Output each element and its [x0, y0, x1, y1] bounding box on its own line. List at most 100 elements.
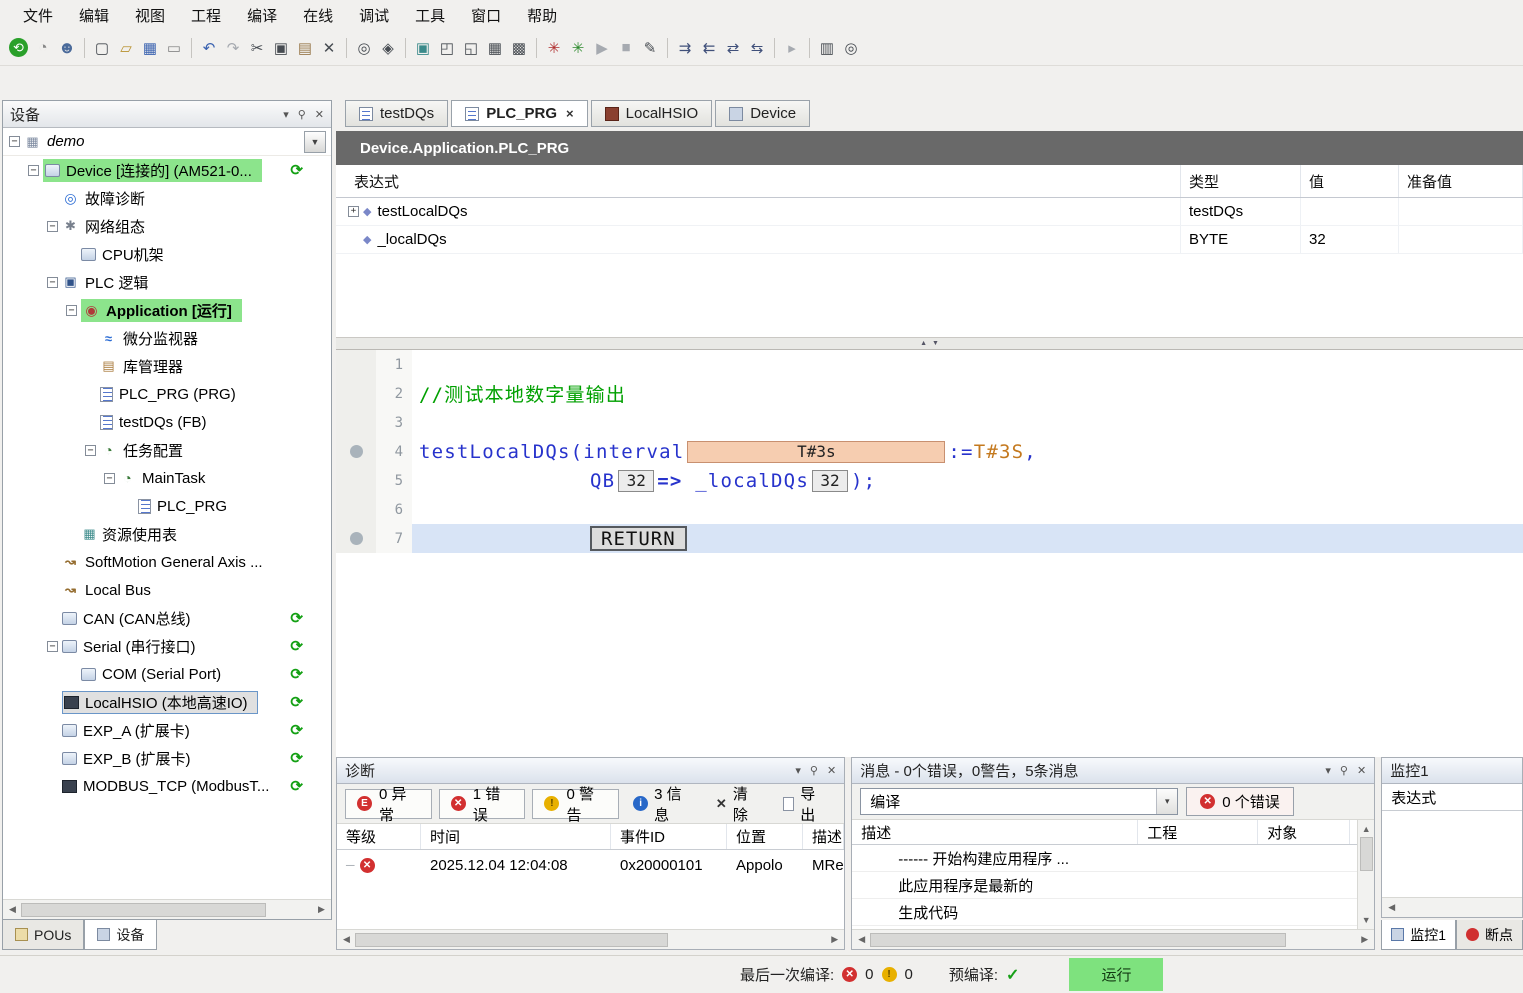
login-device-icon[interactable]: ✳ — [542, 36, 566, 60]
open-file-icon[interactable]: ▱ — [114, 36, 138, 60]
diagnostics-hscrollbar[interactable]: ◀ ▶ — [337, 929, 844, 949]
scrollbar-thumb[interactable] — [870, 933, 1286, 947]
stop-app-icon[interactable]: ■ — [614, 36, 638, 60]
monitor-view-icon[interactable]: ▥ — [815, 36, 839, 60]
table-row[interactable]: ◆ _localDQs BYTE 32 — [336, 226, 1523, 254]
editor-splitter[interactable]: ▲ ▼ — [336, 337, 1523, 350]
panel-pin-icon[interactable]: ⚲ — [1340, 764, 1348, 777]
menu-item-view[interactable]: 视图 — [122, 0, 178, 30]
tree-item-trace[interactable]: 微分监视器 — [3, 324, 331, 352]
tab-localhsio[interactable]: LocalHSIO — [591, 100, 713, 127]
error-count-button[interactable]: ✕ 0 个错误 — [1186, 787, 1294, 816]
menu-item-file[interactable]: 文件 — [10, 0, 66, 30]
breakpoint-margin[interactable] — [336, 379, 376, 408]
tree-item-cpu-rack[interactable]: CPU机架 — [3, 240, 331, 268]
messages-vscrollbar[interactable]: ▲ ▼ — [1357, 820, 1374, 929]
breakpoint-margin[interactable] — [336, 350, 376, 379]
tree-item-testdqs[interactable]: testDQs (FB) — [3, 408, 331, 436]
scrollbar-thumb[interactable] — [1360, 837, 1373, 871]
panel-dropdown-icon[interactable]: ▾ — [1325, 764, 1331, 777]
save-icon[interactable]: ▦ — [138, 36, 162, 60]
start-app-icon[interactable]: ▶ — [590, 36, 614, 60]
panel-pin-icon[interactable]: ⚲ — [298, 108, 306, 121]
swap-horizontal-icon[interactable]: ⇄ — [721, 36, 745, 60]
breakpoint-margin[interactable] — [336, 466, 376, 495]
redo-icon[interactable]: ↷ — [221, 36, 245, 60]
online-refresh-icon[interactable]: ⟲ — [9, 38, 28, 57]
tab-plc-prg[interactable]: PLC_PRG × — [451, 100, 587, 127]
export-button[interactable]: 导出 — [776, 789, 837, 819]
menu-item-window[interactable]: 窗口 — [458, 0, 514, 30]
breakpoint-margin[interactable] — [336, 437, 376, 466]
image-tool-icon[interactable]: ▣ — [411, 36, 435, 60]
history-icon[interactable]: ◔ — [31, 36, 55, 60]
warnings-filter-button[interactable]: ! 0 警告 — [532, 789, 619, 819]
expander-icon[interactable]: − — [47, 641, 58, 652]
tree-item-exp-b[interactable]: EXP_B (扩展卡) ⟳ — [3, 744, 331, 772]
prepared-value-box[interactable]: T#3s — [687, 441, 945, 463]
tab-pous[interactable]: POUs — [2, 920, 84, 950]
table-row[interactable]: ─✕ 2025.12.04 12:04:08 0x20000101 Appolo… — [337, 850, 844, 880]
combo-dropdown-icon[interactable]: ▾ — [1156, 789, 1177, 814]
tree-item-task-config[interactable]: − 任务配置 — [3, 436, 331, 464]
menu-item-edit[interactable]: 编辑 — [66, 0, 122, 30]
inline-value-box[interactable]: 32 — [812, 470, 848, 492]
paste-icon[interactable]: ▤ — [293, 36, 317, 60]
tab-devices[interactable]: 设备 — [84, 920, 157, 950]
table-row[interactable]: 此应用程序是最新的 — [852, 872, 1357, 899]
scroll-up-icon[interactable]: ▲ — [1358, 821, 1375, 837]
split-down-icon[interactable]: ▼ — [932, 340, 939, 347]
tree-item-localhsio[interactable]: LocalHSIO (本地高速IO) ⟳ — [3, 688, 331, 716]
tree-item-plc-prg[interactable]: PLC_PRG (PRG) — [3, 380, 331, 408]
tree-item-modbus-tcp[interactable]: MODBUS_TCP (ModbusT... ⟳ — [3, 772, 331, 800]
find-icon[interactable]: ◎ — [352, 36, 376, 60]
export-box-icon[interactable]: ◰ — [435, 36, 459, 60]
message-category-combo[interactable]: 编译 ▾ — [860, 788, 1178, 815]
swap-back-icon[interactable]: ⇆ — [745, 36, 769, 60]
tree-item-exp-a[interactable]: EXP_A (扩展卡) ⟳ — [3, 716, 331, 744]
table-row[interactable]: + ◆ testLocalDQs testDQs — [336, 198, 1523, 226]
breakpoint-dot-icon[interactable] — [350, 445, 363, 458]
panel-dropdown-icon[interactable]: ▾ — [283, 108, 289, 121]
scrollbar-thumb[interactable] — [21, 903, 266, 917]
exceptions-filter-button[interactable]: E 0 异常 — [345, 789, 432, 819]
expander-icon[interactable]: − — [9, 136, 20, 147]
tree-item-serial[interactable]: − Serial (串行接口) ⟳ — [3, 632, 331, 660]
code-editor[interactable]: 1 2 //测试本地数字量输出 3 4 testLocalDQs(interva… — [336, 350, 1523, 757]
breakpoint-margin[interactable] — [336, 524, 376, 553]
menu-item-online[interactable]: 在线 — [290, 0, 346, 30]
scroll-left-icon[interactable]: ◀ — [1383, 900, 1400, 916]
errors-filter-button[interactable]: ✕ 1 错误 — [439, 789, 526, 819]
panel-close-icon[interactable]: ✕ — [1357, 764, 1366, 777]
panel-dropdown-icon[interactable]: ▾ — [795, 764, 801, 777]
zoom-tool-icon[interactable]: ◎ — [839, 36, 863, 60]
menu-item-build[interactable]: 编译 — [234, 0, 290, 30]
scroll-left-icon[interactable]: ◀ — [4, 902, 21, 918]
tree-item-can[interactable]: CAN (CAN总线) ⟳ — [3, 604, 331, 632]
expander-icon[interactable]: − — [104, 473, 115, 484]
info-filter-button[interactable]: i 3 信息 — [626, 789, 702, 819]
import-box-icon[interactable]: ◱ — [459, 36, 483, 60]
grid-view-icon[interactable]: ▦ — [483, 36, 507, 60]
edit-mode-icon[interactable]: ✎ — [638, 36, 662, 60]
expander-icon[interactable]: − — [47, 277, 58, 288]
tree-item-maintask[interactable]: − MainTask — [3, 464, 331, 492]
device-tree-hscrollbar[interactable]: ◀ ▶ — [3, 899, 331, 919]
breakpoint-margin[interactable] — [336, 408, 376, 437]
panel-close-icon[interactable]: ✕ — [827, 764, 836, 777]
menu-item-tools[interactable]: 工具 — [402, 0, 458, 30]
tree-item-maintask-plc-prg[interactable]: PLC_PRG — [3, 492, 331, 520]
print-icon[interactable]: ▭ — [162, 36, 186, 60]
scroll-right-icon[interactable]: ▶ — [313, 902, 330, 918]
messages-hscrollbar[interactable]: ◀ ▶ — [852, 929, 1374, 949]
breakpoint-dot-icon[interactable] — [350, 532, 363, 545]
tree-item-local-bus[interactable]: Local Bus — [3, 576, 331, 604]
expander-icon[interactable]: − — [47, 221, 58, 232]
inline-value-box[interactable]: 32 — [618, 470, 654, 492]
watch1-hscrollbar[interactable]: ◀ — [1382, 897, 1522, 917]
tree-item-library-manager[interactable]: 库管理器 — [3, 352, 331, 380]
scroll-left-icon[interactable]: ◀ — [853, 932, 870, 948]
expander-icon[interactable]: − — [66, 305, 77, 316]
device-combo-arrow-icon[interactable]: ▼ — [304, 131, 326, 153]
panel-close-icon[interactable]: ✕ — [315, 108, 324, 121]
